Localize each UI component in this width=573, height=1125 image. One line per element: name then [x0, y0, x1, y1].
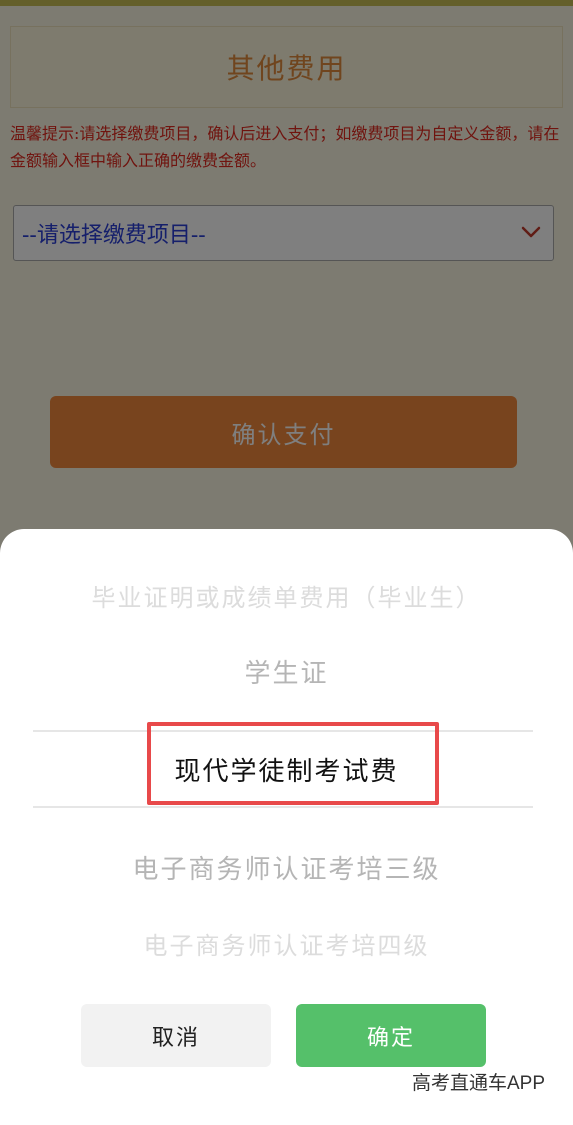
selection-line-bottom [33, 806, 533, 808]
picker-sheet: 毕业证明或成绩单费用（毕业生） 学生证 现代学徒制考试费 电子商务师认证考培三级… [0, 529, 573, 1125]
picker-option[interactable]: 电子商务师认证考培三级 [0, 849, 573, 886]
ok-button[interactable]: 确定 [296, 1004, 486, 1067]
picker-option[interactable]: 电子商务师认证考培四级 [0, 926, 573, 961]
highlight-annotation-box [147, 722, 439, 805]
picker-option[interactable]: 学生证 [0, 653, 573, 690]
cancel-button[interactable]: 取消 [81, 1004, 271, 1067]
watermark-text: 高考直通车APP [411, 1073, 545, 1094]
picker-option[interactable]: 毕业证明或成绩单费用（毕业生） [0, 578, 573, 613]
